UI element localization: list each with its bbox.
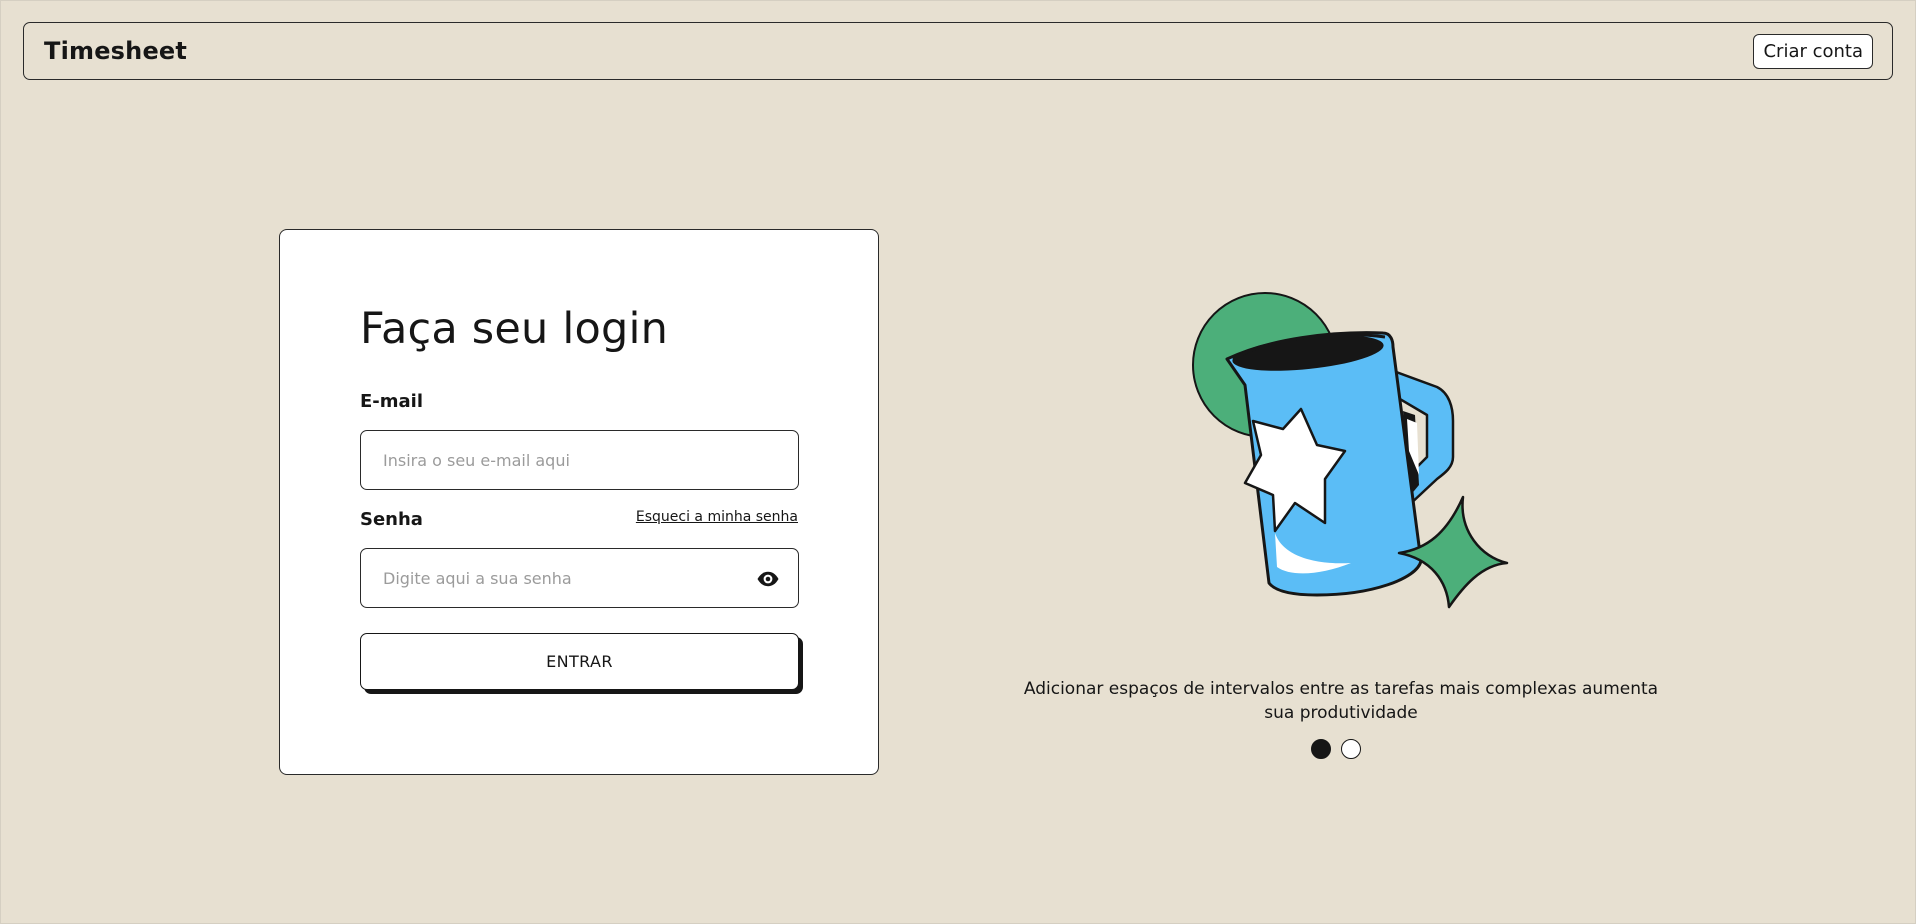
carousel-tip-text: Adicionar espaços de intervalos entre as… [1023, 679, 1659, 723]
email-input-container [360, 430, 799, 490]
brand-logo-text: Timesheet [44, 37, 188, 65]
email-input[interactable] [381, 431, 745, 490]
carousel-dot-1[interactable] [1311, 739, 1331, 759]
carousel-pagination [1311, 739, 1371, 765]
top-navigation-bar: Timesheet Criar conta [23, 22, 1893, 80]
mug-with-star-illustration [1192, 292, 1509, 609]
login-title: Faça seu login [360, 304, 669, 354]
login-submit-button[interactable]: ENTRAR [360, 633, 799, 690]
forgot-password-link[interactable]: Esqueci a minha senha [636, 509, 798, 525]
email-label: E-mail [360, 391, 424, 412]
password-input[interactable] [381, 549, 745, 608]
login-page: Timesheet Criar conta Faça seu login E-m… [0, 0, 1916, 924]
carousel-dot-2[interactable] [1341, 739, 1361, 759]
login-card: Faça seu login E-mail Senha Esqueci a mi… [279, 229, 879, 775]
create-account-button[interactable]: Criar conta [1753, 34, 1873, 69]
password-input-container [360, 548, 799, 608]
password-label: Senha [360, 509, 423, 530]
eye-icon[interactable] [756, 567, 780, 591]
